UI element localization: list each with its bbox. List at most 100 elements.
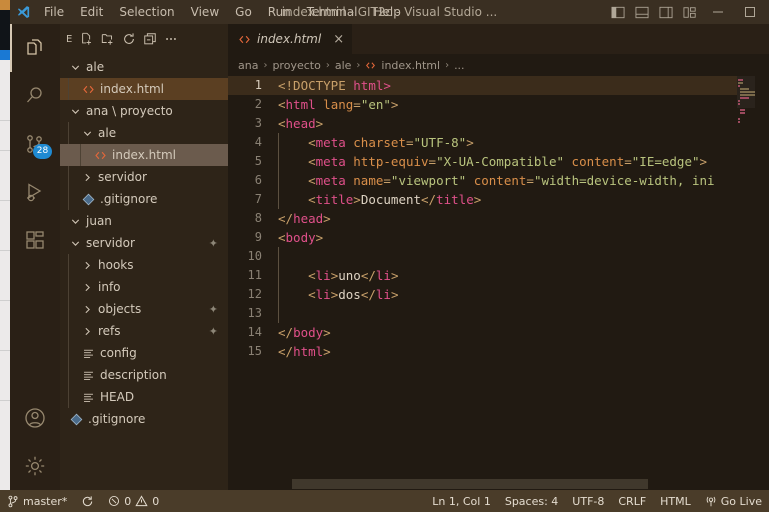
maximize-button[interactable] [735, 0, 765, 24]
code-line[interactable]: 3 <head> [228, 114, 769, 133]
tab-index-html[interactable]: index.html × [228, 24, 353, 54]
chevron-right-icon[interactable] [80, 166, 94, 188]
code-text[interactable]: <!DOCTYPE html> [274, 76, 391, 95]
chevron-right-icon[interactable] [80, 276, 94, 298]
code-text[interactable]: </head> [274, 209, 331, 228]
code-text[interactable]: <meta name="viewport" content="width=dev… [274, 171, 715, 190]
code-line[interactable]: 14 </body> [228, 323, 769, 342]
status-sync[interactable] [74, 490, 101, 512]
horizontal-scrollbar-thumb[interactable] [292, 479, 648, 489]
horizontal-scrollbar[interactable] [238, 478, 769, 490]
menu-go[interactable]: Go [227, 2, 260, 22]
code-text[interactable] [274, 247, 286, 266]
breadcrumb[interactable]: ana › proyecto › ale › index.html › ... [228, 54, 769, 76]
status-branch[interactable]: master* [0, 490, 74, 512]
collapse-folders-icon[interactable] [143, 32, 157, 46]
code-line[interactable]: 6 <meta name="viewport" content="width=d… [228, 171, 769, 190]
code-line[interactable]: 9 <body> [228, 228, 769, 247]
chevron-down-icon[interactable] [68, 232, 82, 254]
code-line[interactable]: 10 [228, 247, 769, 266]
tree-item--gitignore[interactable]: .gitignore [60, 188, 228, 210]
toggle-panel-icon[interactable] [631, 1, 653, 23]
chevron-down-icon[interactable] [80, 122, 94, 144]
tree-item-servidor[interactable]: servidor ✦ [60, 232, 228, 254]
menu-edit[interactable]: Edit [72, 2, 111, 22]
tree-item-servidor[interactable]: servidor [60, 166, 228, 188]
code-text[interactable]: </html> [274, 342, 331, 361]
status-go-live[interactable]: Go Live [698, 490, 769, 512]
activity-extensions[interactable] [10, 216, 60, 264]
breadcrumb-item-3[interactable]: index.html [381, 59, 440, 72]
activity-accounts[interactable] [10, 394, 60, 442]
menu-selection[interactable]: Selection [111, 2, 182, 22]
code-line[interactable]: 12 <li>dos</li> [228, 285, 769, 304]
menu-run[interactable]: Run [260, 2, 299, 22]
minimap[interactable] [737, 76, 756, 472]
new-folder-icon[interactable] [101, 32, 115, 46]
activity-search[interactable] [10, 72, 60, 120]
tree-item-info[interactable]: info [60, 276, 228, 298]
tree-item-head[interactable]: HEAD [60, 386, 228, 408]
menu-view[interactable]: View [183, 2, 227, 22]
chevron-right-icon[interactable] [80, 298, 94, 320]
chevron-down-icon[interactable] [68, 56, 82, 78]
status-language-mode[interactable]: HTML [653, 490, 698, 512]
code-text[interactable]: <li>uno</li> [274, 266, 398, 285]
status-eol[interactable]: CRLF [611, 490, 653, 512]
new-file-icon[interactable] [80, 32, 94, 46]
code-text[interactable] [274, 304, 286, 323]
code-line[interactable]: 13 [228, 304, 769, 323]
tree-item-ana-proyecto[interactable]: ana \ proyecto [60, 100, 228, 122]
code-text[interactable]: </body> [274, 323, 331, 342]
activity-explorer[interactable] [10, 24, 60, 72]
toggle-primary-sidebar-icon[interactable] [607, 1, 629, 23]
chevron-down-icon[interactable] [68, 100, 82, 122]
menu-file[interactable]: File [36, 2, 72, 22]
breadcrumb-item-2[interactable]: ale [335, 59, 352, 72]
views-and-more-actions-icon[interactable] [164, 32, 178, 46]
tree-item-ale[interactable]: ale [60, 56, 228, 78]
status-cursor-position[interactable]: Ln 1, Col 1 [425, 490, 498, 512]
tree-item-description[interactable]: description [60, 364, 228, 386]
tree-item-index-html[interactable]: index.html [60, 144, 228, 166]
code-line[interactable]: 1 <!DOCTYPE html> [228, 76, 769, 95]
activity-manage-settings[interactable] [10, 442, 60, 490]
status-indentation[interactable]: Spaces: 4 [498, 490, 565, 512]
menu-terminal[interactable]: Terminal [299, 2, 366, 22]
code-text[interactable]: <title>Document</title> [274, 190, 481, 209]
status-problems[interactable]: 0 0 [101, 490, 166, 512]
chevron-right-icon[interactable] [80, 320, 94, 342]
activity-run-and-debug[interactable] [10, 168, 60, 216]
status-encoding[interactable]: UTF-8 [565, 490, 611, 512]
code-line[interactable]: 11 <li>uno</li> [228, 266, 769, 285]
toggle-secondary-sidebar-icon[interactable] [655, 1, 677, 23]
tree-item-objects[interactable]: objects ✦ [60, 298, 228, 320]
tab-close-icon[interactable]: × [327, 32, 344, 47]
activity-source-control[interactable]: 28 [10, 120, 60, 168]
code-text[interactable]: <meta charset="UTF-8"> [274, 133, 474, 152]
code-line[interactable]: 8 </head> [228, 209, 769, 228]
chevron-down-icon[interactable] [68, 210, 82, 232]
file-tree[interactable]: ale index.html ana \ proyecto ale index.html… [60, 54, 228, 430]
code-text[interactable]: <body> [274, 228, 323, 247]
code-text[interactable]: <head> [274, 114, 323, 133]
chevron-right-icon[interactable] [80, 254, 94, 276]
menu-help[interactable]: Help [366, 2, 409, 22]
code-text[interactable]: <html lang="en"> [274, 95, 398, 114]
tree-item-index-html[interactable]: index.html [60, 78, 228, 100]
tree-item-refs[interactable]: refs ✦ [60, 320, 228, 342]
code-text[interactable]: <meta http-equiv="X-UA-Compatible" conte… [274, 152, 707, 171]
breadcrumb-item-4[interactable]: ... [454, 59, 465, 72]
code-editor[interactable]: 1 <!DOCTYPE html> 2 <html lang="en"> 3 <head>… [228, 76, 769, 490]
tree-item-config[interactable]: config [60, 342, 228, 364]
menu-bar[interactable]: File Edit Selection View Go Run Terminal… [36, 2, 409, 22]
tree-item-hooks[interactable]: hooks [60, 254, 228, 276]
vertical-scrollbar[interactable] [755, 76, 769, 472]
code-line[interactable]: 4 <meta charset="UTF-8"> [228, 133, 769, 152]
code-line[interactable]: 2 <html lang="en"> [228, 95, 769, 114]
code-line[interactable]: 7 <title>Document</title> [228, 190, 769, 209]
minimize-button[interactable] [703, 0, 733, 24]
refresh-explorer-icon[interactable] [122, 32, 136, 46]
breadcrumb-item-0[interactable]: ana [238, 59, 258, 72]
breadcrumb-item-1[interactable]: proyecto [272, 59, 320, 72]
